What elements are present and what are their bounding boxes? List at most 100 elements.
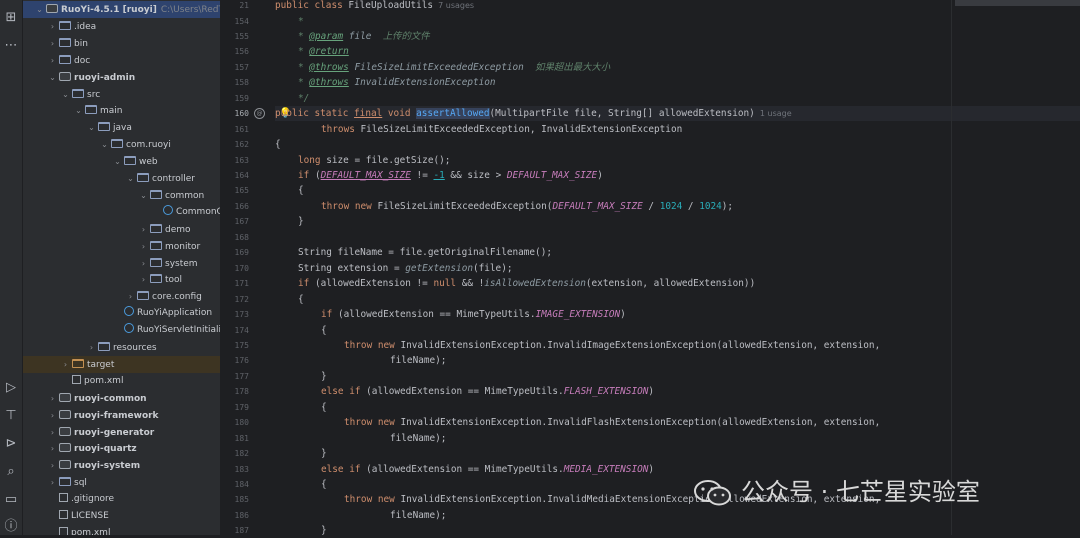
run-icon[interactable]: ▷ (3, 380, 19, 396)
code-line[interactable]: { (275, 137, 281, 152)
code-editor[interactable]: 💡 public class FileUploadUtils 7 usages *… (275, 0, 1080, 535)
code-line[interactable]: } (321, 523, 327, 535)
chevron-down-icon[interactable]: ⌄ (61, 86, 70, 103)
more-tools-icon[interactable]: ⋯ (3, 38, 19, 54)
tree-item[interactable]: › ruoyi-quartz (23, 440, 220, 457)
chevron-right-icon[interactable]: › (48, 440, 57, 457)
code-line[interactable]: if (allowedExtension != null && !isAllow… (298, 276, 755, 291)
code-line[interactable]: * @throws FileSizeLimitExceededException… (298, 60, 610, 75)
code-line[interactable]: throw new InvalidExtensionException.Inva… (344, 338, 880, 353)
chevron-right-icon[interactable]: › (48, 52, 57, 69)
chevron-down-icon[interactable]: ⌄ (35, 1, 44, 18)
tree-item[interactable]: ⌄ web (23, 153, 220, 170)
code-line[interactable]: { (298, 183, 304, 198)
search-icon[interactable]: ⌕ (3, 464, 19, 480)
code-line[interactable]: * @return (298, 44, 349, 59)
tree-item[interactable]: RuoYiApplication (23, 305, 220, 322)
code-line[interactable]: } (321, 446, 327, 461)
chevron-down-icon[interactable]: ⌄ (74, 102, 83, 119)
tree-item[interactable]: pom.xml (23, 525, 220, 535)
code-line[interactable]: else if (allowedExtension == MimeTypeUti… (321, 384, 654, 399)
tree-item[interactable]: › .idea (23, 18, 220, 35)
code-line[interactable]: if (DEFAULT_MAX_SIZE != -1 && size > DEF… (298, 168, 603, 183)
chevron-down-icon[interactable]: ⌄ (113, 153, 122, 170)
chevron-down-icon[interactable]: ⌄ (139, 187, 148, 204)
tree-item[interactable]: ⌄ common (23, 187, 220, 204)
terminal-icon[interactable]: ▭ (3, 492, 19, 508)
tree-item[interactable]: › target (23, 355, 220, 373)
chevron-right-icon[interactable]: › (48, 457, 57, 474)
code-line[interactable]: throws FileSizeLimitExceededException, I… (321, 122, 682, 137)
override-icon[interactable]: @ (254, 108, 265, 119)
chevron-right-icon[interactable]: › (139, 221, 148, 238)
tree-item[interactable]: pom.xml (23, 373, 220, 390)
chevron-right-icon[interactable]: › (126, 288, 135, 305)
tree-item[interactable]: ⌄ com.ruoyi (23, 136, 220, 153)
structure-icon[interactable]: ⊞ (3, 10, 19, 26)
chevron-right-icon[interactable]: › (48, 474, 57, 491)
tree-item[interactable]: › ruoyi-framework (23, 407, 220, 424)
tree-item[interactable]: › demo (23, 221, 220, 238)
tree-item[interactable]: CommonC (23, 204, 220, 221)
code-line[interactable]: fileName); (390, 508, 446, 523)
problems-icon[interactable]: ⓘ (3, 519, 19, 535)
code-line[interactable]: throw new FileSizeLimitExceededException… (321, 199, 733, 214)
chevron-down-icon[interactable]: ⌄ (100, 136, 109, 153)
code-line[interactable]: fileName); (390, 431, 446, 446)
tree-item[interactable]: › system (23, 255, 220, 272)
code-line[interactable]: public class FileUploadUtils 7 usages (275, 0, 474, 13)
code-line[interactable]: else if (allowedExtension == MimeTypeUti… (321, 462, 654, 477)
build-icon[interactable]: ⊤ (3, 408, 19, 424)
chevron-right-icon[interactable]: › (139, 255, 148, 272)
code-line[interactable]: String extension = getExtension(file); (298, 261, 513, 276)
tree-item[interactable]: .gitignore (23, 491, 220, 508)
tree-item[interactable]: ⌄ controller (23, 170, 220, 187)
code-line[interactable]: */ (298, 91, 309, 106)
tree-item[interactable]: ⌄ ruoyi-admin (23, 69, 220, 86)
tree-item[interactable]: ⌄ java (23, 119, 220, 136)
code-line[interactable]: { (321, 323, 327, 338)
tree-item[interactable]: ⌄ src (23, 86, 220, 103)
tree-item[interactable]: › ruoyi-system (23, 457, 220, 474)
code-line[interactable]: } (298, 214, 304, 229)
chevron-right-icon[interactable]: › (48, 424, 57, 441)
tree-item[interactable]: LICENSE (23, 508, 220, 525)
tree-item[interactable]: › sql (23, 474, 220, 491)
code-line[interactable]: * @throws InvalidExtensionException (298, 75, 496, 90)
chevron-right-icon[interactable]: › (48, 18, 57, 35)
code-line[interactable]: * @param file 上传的文件 (298, 29, 430, 44)
code-line[interactable]: { (298, 292, 304, 307)
chevron-down-icon[interactable]: ⌄ (48, 69, 57, 86)
debug-icon[interactable]: ⊳ (3, 436, 19, 452)
code-line[interactable]: long size = file.getSize(); (298, 153, 450, 168)
chevron-right-icon[interactable]: › (87, 339, 96, 356)
code-line[interactable]: } (321, 369, 327, 384)
code-line[interactable]: * (298, 14, 304, 29)
tree-item[interactable]: › bin (23, 35, 220, 52)
chevron-down-icon[interactable]: ⌄ (87, 119, 96, 136)
tree-item[interactable]: › monitor (23, 238, 220, 255)
tree-item[interactable]: ⌄ RuoYi-4.5.1 [ruoyi]C:\Users\RedTeam (23, 1, 220, 18)
chevron-down-icon[interactable]: ⌄ (126, 170, 135, 187)
tree-item[interactable]: › doc (23, 52, 220, 69)
code-line[interactable]: throw new InvalidExtensionException.Inva… (344, 415, 880, 430)
code-line[interactable]: { (321, 477, 327, 492)
chevron-right-icon[interactable]: › (139, 271, 148, 288)
chevron-right-icon[interactable]: › (48, 35, 57, 52)
tree-item[interactable]: › resources (23, 339, 220, 356)
code-line[interactable]: { (321, 400, 327, 415)
chevron-right-icon[interactable]: › (48, 390, 57, 407)
tree-item[interactable]: RuoYiServletInitializ (23, 322, 220, 339)
code-line[interactable]: if (allowedExtension == MimeTypeUtils.IM… (321, 307, 626, 322)
tree-item[interactable]: ⌄ main (23, 102, 220, 119)
chevron-right-icon[interactable]: › (48, 407, 57, 424)
code-line[interactable]: String fileName = file.getOriginalFilena… (298, 245, 552, 260)
chevron-right-icon[interactable]: › (139, 238, 148, 255)
tree-item[interactable]: › tool (23, 271, 220, 288)
code-line[interactable]: public static final void assertAllowed(M… (275, 106, 792, 121)
tree-item[interactable]: › ruoyi-common (23, 390, 220, 407)
code-line[interactable]: fileName); (390, 353, 446, 368)
chevron-right-icon[interactable]: › (61, 356, 70, 373)
tree-item[interactable]: › ruoyi-generator (23, 424, 220, 441)
tree-item[interactable]: › core.config (23, 288, 220, 305)
